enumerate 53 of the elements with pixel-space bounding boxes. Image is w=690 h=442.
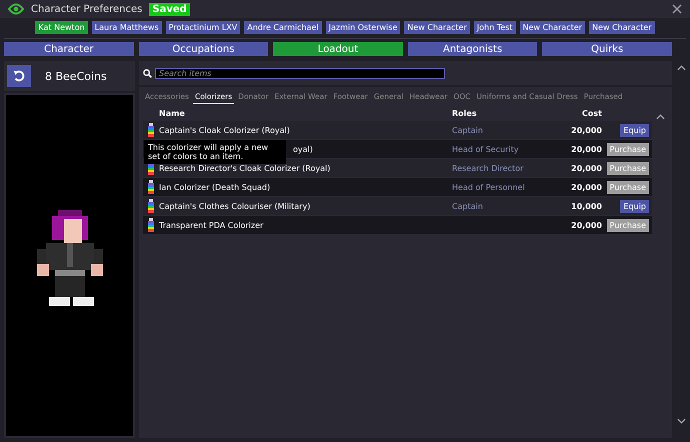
section-tab[interactable]: Quirks xyxy=(542,42,672,56)
item-name: Captain's Clothes Colouriser (Military) xyxy=(159,200,312,213)
spray-can-icon xyxy=(148,199,154,213)
profile-slot-tab[interactable]: New Character xyxy=(404,21,470,34)
item-name: Ian Colorizer (Death Squad) xyxy=(159,182,272,194)
scroll-down-icon[interactable] xyxy=(676,418,686,424)
profile-slot-tab[interactable]: Protactinium LXV xyxy=(166,21,240,34)
column-header: Cost xyxy=(581,108,602,120)
close-icon[interactable] xyxy=(672,4,682,14)
item-cost: 10,000 xyxy=(570,200,602,212)
section-tab[interactable]: Antagonists xyxy=(408,42,538,56)
coin-balance: 8 BeeCoins xyxy=(45,70,107,82)
role-text: Head of Security xyxy=(452,144,520,156)
role-text: Captain xyxy=(452,200,484,213)
column-header: Roles xyxy=(452,108,478,120)
section-tab[interactable]: Loadout xyxy=(273,42,403,56)
column-header: Name xyxy=(159,108,186,120)
profile-slot-tab[interactable]: John Test xyxy=(474,21,516,34)
item-name: Captain's Cloak Colorizer (Royal) xyxy=(159,124,291,137)
search-icon xyxy=(143,68,152,78)
profile-slot-tab[interactable]: New Character xyxy=(520,21,586,34)
eye-icon xyxy=(8,3,24,15)
profile-slot-tab[interactable]: Andre Carmichael xyxy=(244,21,322,34)
search-field[interactable]: Search items xyxy=(155,68,445,78)
item-name: Transparent PDA Colorizer xyxy=(159,220,264,232)
section-tab[interactable]: Occupations xyxy=(138,42,268,56)
item-name: oyal) xyxy=(293,144,314,156)
saved-badge: Saved xyxy=(149,2,190,16)
profile-slot-tab[interactable]: New Character xyxy=(589,21,655,34)
equip-button[interactable]: Equip xyxy=(620,124,649,136)
item-cost: 20,000 xyxy=(570,220,602,232)
spray-can-icon xyxy=(148,123,154,137)
undo-icon xyxy=(12,69,26,83)
section-tab[interactable]: Character xyxy=(4,42,134,56)
spray-can-icon xyxy=(148,180,154,194)
role-text: Captain xyxy=(452,124,484,137)
item-name: Research Director's Cloak Colorizer (Royal) xyxy=(159,162,332,175)
item-cost: 20,000 xyxy=(570,162,602,174)
scroll-up-icon[interactable] xyxy=(676,65,686,71)
role-text: Research Director xyxy=(452,162,524,174)
scroll-up-icon[interactable] xyxy=(656,114,665,120)
undo-button[interactable] xyxy=(7,65,31,87)
profile-slot-tab[interactable]: Laura Matthews xyxy=(92,21,162,34)
item-cost: 20,000 xyxy=(570,124,602,136)
profile-slot-tab[interactable]: Jazmin Osterwise xyxy=(326,21,400,34)
tooltip: This colorizer will apply a new set of colors to an item. xyxy=(144,140,286,164)
role-text: Head of Personnel xyxy=(452,182,526,194)
item-cost: 20,000 xyxy=(570,144,602,156)
window-title: Character Preferences xyxy=(31,4,142,14)
item-cost: 20,000 xyxy=(570,182,602,194)
spray-can-icon xyxy=(148,218,154,232)
equip-button[interactable]: Equip xyxy=(620,200,649,212)
profile-slot-tab[interactable]: Kat Newton xyxy=(35,21,88,34)
